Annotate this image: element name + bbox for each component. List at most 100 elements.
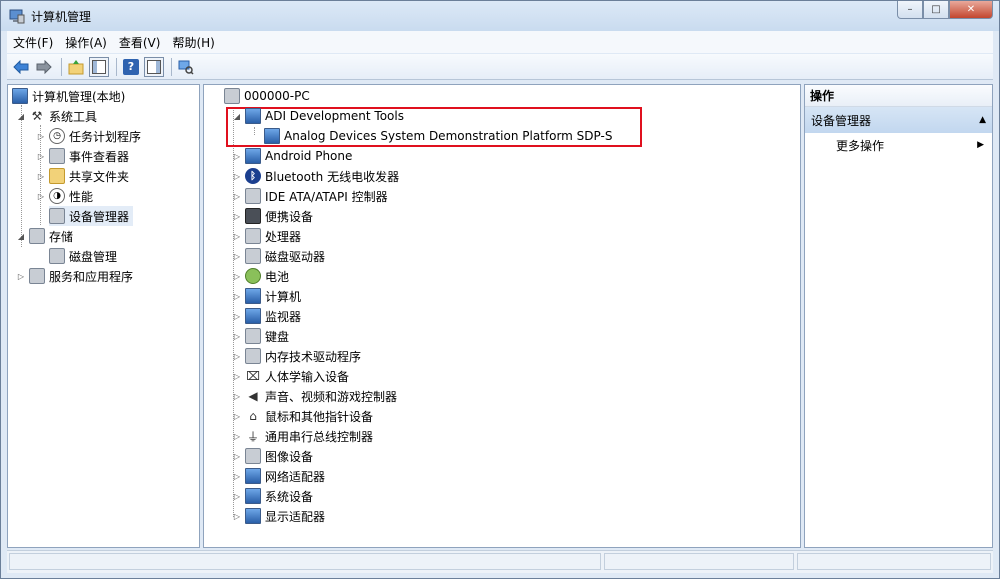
- tree-item-services-applications[interactable]: ▷ 服务和应用程序: [16, 266, 133, 286]
- adi-device-icon: [264, 128, 280, 144]
- tree-item-shared-folders[interactable]: ▷ 共享文件夹: [36, 166, 129, 186]
- toolbar-separator: [61, 57, 62, 76]
- device-category-label: 声音、视频和游戏控制器: [265, 389, 398, 404]
- up-one-level-button[interactable]: [66, 57, 86, 77]
- device-category-display-adapter[interactable]: ▷ 显示适配器: [232, 506, 325, 526]
- expand-arrow-icon[interactable]: ▷: [232, 372, 242, 381]
- menu-view[interactable]: 查看(V): [113, 34, 167, 51]
- ide-controller-icon: [245, 188, 261, 204]
- disk-drive-icon: [245, 248, 261, 264]
- expand-arrow-icon[interactable]: ▷: [232, 492, 242, 501]
- collapse-arrow-icon[interactable]: ◢: [232, 112, 242, 121]
- expand-arrow-icon[interactable]: ▷: [232, 352, 242, 361]
- device-category-processor[interactable]: ▷ 处理器: [232, 226, 301, 246]
- device-category-memory[interactable]: ▷ 内存技术驱动程序: [232, 346, 361, 366]
- device-category-usb[interactable]: ▷ ⏚ 通用串行总线控制器: [232, 426, 373, 446]
- device-sdp-s[interactable]: Analog Devices System Demonstration Plat…: [264, 126, 612, 146]
- device-category-battery[interactable]: ▷ 电池: [232, 266, 289, 286]
- expand-arrow-icon[interactable]: ▷: [232, 172, 242, 181]
- expand-arrow-icon[interactable]: ▷: [36, 132, 46, 141]
- expand-arrow-icon[interactable]: ▷: [232, 252, 242, 261]
- expand-arrow-icon[interactable]: ▷: [232, 312, 242, 321]
- show-hide-console-tree-button[interactable]: [89, 56, 109, 77]
- device-category-label: 计算机: [265, 289, 302, 304]
- device-category-adi-development-tools[interactable]: ◢ ADI Development Tools: [232, 106, 404, 126]
- collapse-arrow-icon[interactable]: ◢: [16, 232, 26, 241]
- computer-management-icon: [9, 9, 25, 24]
- tree-item-event-viewer[interactable]: ▷ 事件查看器: [36, 146, 129, 166]
- tree-item-disk-management[interactable]: 磁盘管理: [49, 246, 117, 266]
- processor-icon: [245, 228, 261, 244]
- device-category-monitor[interactable]: ▷ 监视器: [232, 306, 301, 326]
- collapse-arrow-icon[interactable]: ◢: [16, 112, 26, 121]
- device-category-phone[interactable]: ▷ Android Phone: [232, 146, 352, 166]
- device-category-label: 监视器: [265, 309, 302, 324]
- expand-arrow-icon[interactable]: ▷: [232, 152, 242, 161]
- expand-arrow-icon[interactable]: ▷: [232, 412, 242, 421]
- expand-arrow-icon[interactable]: ▷: [36, 192, 46, 201]
- device-category-label: 系统设备: [265, 489, 314, 504]
- tree-item-computer-management[interactable]: 计算机管理(本地): [12, 86, 125, 106]
- memory-icon: [245, 348, 261, 364]
- device-category-label: 处理器: [265, 229, 302, 244]
- expand-arrow-icon[interactable]: ▷: [232, 392, 242, 401]
- expand-arrow-icon[interactable]: ▷: [36, 172, 46, 181]
- device-category-sound[interactable]: ▷ ◀ 声音、视频和游戏控制器: [232, 386, 397, 406]
- expand-arrow-icon[interactable]: ▷: [232, 332, 242, 341]
- device-category-label: 内存技术驱动程序: [265, 349, 362, 364]
- device-category-mouse[interactable]: ▷ ⌂ 鼠标和其他指针设备: [232, 406, 373, 426]
- device-category-bluetooth[interactable]: ▷ ᛒ Bluetooth 无线电收发器: [232, 166, 399, 186]
- expand-arrow-icon[interactable]: ▷: [232, 192, 242, 201]
- tree-item-system-tools[interactable]: ◢ ⚒ 系统工具: [16, 106, 97, 126]
- device-category-label: 网络适配器: [265, 469, 326, 484]
- device-category-imaging[interactable]: ▷ 图像设备: [232, 446, 313, 466]
- device-category-computer[interactable]: ▷ 计算机: [232, 286, 301, 306]
- expand-arrow-icon[interactable]: ▷: [232, 272, 242, 281]
- device-category-label: 鼠标和其他指针设备: [265, 409, 374, 424]
- usb-icon: ⏚: [246, 429, 259, 444]
- status-segment: [9, 553, 601, 570]
- device-tree-root[interactable]: 000000-PC: [224, 86, 310, 106]
- tree-item-device-manager[interactable]: 设备管理器: [49, 206, 134, 226]
- device-category-portable-device[interactable]: ▷ 便携设备: [232, 206, 313, 226]
- expand-arrow-icon[interactable]: ▷: [232, 212, 242, 221]
- expand-arrow-icon[interactable]: ▷: [232, 452, 242, 461]
- menu-file[interactable]: 文件(F): [7, 34, 59, 51]
- expand-arrow-icon[interactable]: ▷: [232, 472, 242, 481]
- help-icon: ?: [123, 58, 139, 75]
- device-category-ide-controller[interactable]: ▷ IDE ATA/ATAPI 控制器: [232, 186, 388, 206]
- expand-arrow-icon[interactable]: ▷: [232, 512, 242, 521]
- show-hide-action-pane-button[interactable]: [144, 56, 164, 77]
- menu-action[interactable]: 操作(A): [59, 34, 113, 51]
- help-button[interactable]: ?: [121, 57, 141, 77]
- minimize-button[interactable]: –: [897, 1, 923, 19]
- scan-hardware-button[interactable]: [176, 57, 196, 77]
- device-category-label: Bluetooth 无线电收发器: [265, 169, 400, 184]
- tree-item-storage[interactable]: ◢ 存储: [16, 226, 73, 246]
- menu-help[interactable]: 帮助(H): [166, 34, 220, 51]
- expand-arrow-icon[interactable]: ▷: [232, 432, 242, 441]
- device-category-disk-drive[interactable]: ▷ 磁盘驱动器: [232, 246, 325, 266]
- expand-arrow-icon[interactable]: ▷: [232, 292, 242, 301]
- more-actions-item[interactable]: 更多操作 ▶: [805, 135, 992, 155]
- device-category-hid[interactable]: ▷ ⌧ 人体学输入设备: [232, 366, 349, 386]
- close-button[interactable]: ✕: [949, 1, 993, 19]
- mouse-icon: ⌂: [249, 409, 257, 423]
- forward-button[interactable]: [34, 57, 54, 77]
- adi-device-icon: [245, 108, 261, 124]
- actions-group-device-manager[interactable]: 设备管理器 ▲: [805, 107, 992, 133]
- expand-arrow-icon[interactable]: ▷: [232, 232, 242, 241]
- window-controls: – □ ✕: [897, 1, 993, 21]
- device-category-keyboard[interactable]: ▷ 键盘: [232, 326, 289, 346]
- collapse-up-icon[interactable]: ▲: [979, 115, 986, 125]
- device-category-system-device[interactable]: ▷ 系统设备: [232, 486, 313, 506]
- maximize-button[interactable]: □: [923, 1, 949, 19]
- tree-item-label: 计算机管理(本地): [32, 89, 126, 104]
- tree-item-performance[interactable]: ▷ ◑ 性能: [36, 186, 93, 206]
- disk-management-icon: [49, 248, 65, 264]
- tree-item-task-scheduler[interactable]: ▷ ◷ 任务计划程序: [36, 126, 141, 146]
- back-button[interactable]: [11, 57, 31, 77]
- expand-arrow-icon[interactable]: ▷: [16, 272, 26, 281]
- expand-arrow-icon[interactable]: ▷: [36, 152, 46, 161]
- device-category-network-adapter[interactable]: ▷ 网络适配器: [232, 466, 325, 486]
